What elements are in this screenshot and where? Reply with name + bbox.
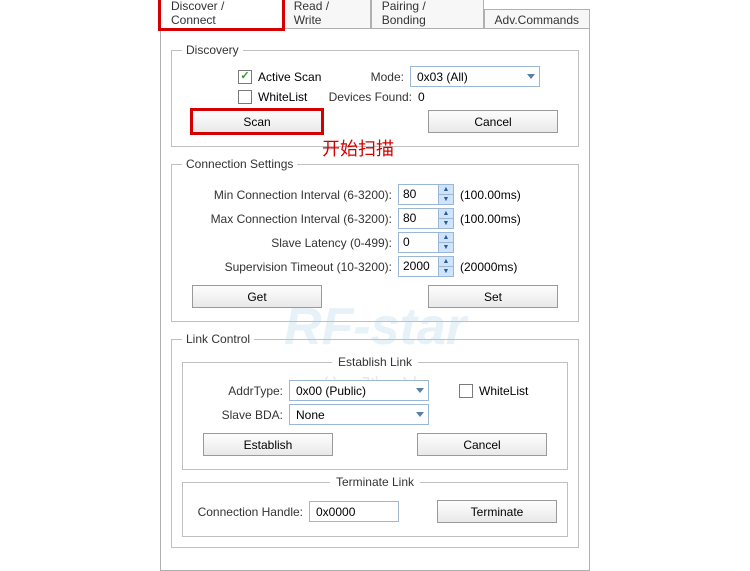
checkbox-active-scan[interactable]: ✓ [238,70,252,84]
value-min-conn-interval: 80 [398,184,438,205]
hint-min-conn-interval: (100.00ms) [460,188,521,202]
set-button[interactable]: Set [428,285,558,308]
input-min-conn-interval[interactable]: 80 ▲▼ [398,184,454,205]
legend-link-control: Link Control [182,332,254,346]
spinner-max-conn[interactable]: ▲▼ [438,208,454,229]
legend-establish-link: Establish Link [332,355,418,369]
legend-connection-settings: Connection Settings [182,157,297,171]
value-slave-latency: 0 [398,232,438,253]
input-max-conn-interval[interactable]: 80 ▲▼ [398,208,454,229]
tab-adv-commands[interactable]: Adv.Commands [484,9,590,29]
checkbox-whitelist-link[interactable]: ✓ [459,384,473,398]
tab-panel: RF-star 信 驰 达 Discovery ✓ Active Scan Mo… [160,28,590,571]
value-max-conn-interval: 80 [398,208,438,229]
establish-button[interactable]: Establish [203,433,333,456]
label-supervision-timeout: Supervision Timeout (10-3200): [182,260,392,274]
chevron-down-icon [416,412,424,417]
value-supervision-timeout: 2000 [398,256,438,277]
terminate-button[interactable]: Terminate [437,500,557,523]
tab-discover-connect[interactable]: Discover / Connect [160,0,283,29]
value-devices-found: 0 [418,90,425,104]
label-slave-bda: Slave BDA: [193,408,283,422]
group-connection-settings: Connection Settings Min Connection Inter… [171,157,579,322]
input-connection-handle[interactable]: 0x0000 [309,501,399,522]
label-mode: Mode: [344,70,404,84]
combo-mode[interactable]: 0x03 (All) [410,66,540,87]
label-addr-type: AddrType: [193,384,283,398]
tab-read-write[interactable]: Read / Write [283,0,371,29]
checkbox-whitelist-discovery[interactable]: ✓ [238,90,252,104]
combo-mode-value: 0x03 (All) [417,70,468,84]
label-devices-found: Devices Found: [324,90,412,104]
spinner-slave-latency[interactable]: ▲▼ [438,232,454,253]
combo-slave-bda-value: None [296,408,325,422]
input-slave-latency[interactable]: 0 ▲▼ [398,232,454,253]
label-connection-handle: Connection Handle: [193,505,303,519]
label-max-conn-interval: Max Connection Interval (6-3200): [182,212,392,226]
chevron-down-icon [416,388,424,393]
label-whitelist-link: WhiteList [479,384,528,398]
combo-slave-bda[interactable]: None [289,404,429,425]
group-link-control: Link Control Establish Link AddrType: 0x… [171,332,579,548]
combo-addr-type[interactable]: 0x00 (Public) [289,380,429,401]
spinner-supervision-timeout[interactable]: ▲▼ [438,256,454,277]
spinner-min-conn[interactable]: ▲▼ [438,184,454,205]
get-button[interactable]: Get [192,285,322,308]
label-whitelist-discovery: WhiteList [258,90,318,104]
group-establish-link: Establish Link AddrType: 0x00 (Public) ✓… [182,362,568,470]
tab-pairing-bonding[interactable]: Pairing / Bonding [371,0,484,29]
input-supervision-timeout[interactable]: 2000 ▲▼ [398,256,454,277]
legend-terminate-link: Terminate Link [330,475,420,489]
hint-max-conn-interval: (100.00ms) [460,212,521,226]
label-slave-latency: Slave Latency (0-499): [182,236,392,250]
legend-discovery: Discovery [182,43,243,57]
cancel-scan-button[interactable]: Cancel [428,110,558,133]
chevron-down-icon [527,74,535,79]
label-min-conn-interval: Min Connection Interval (6-3200): [182,188,392,202]
tab-bar: Discover / Connect Read / Write Pairing … [160,5,590,28]
hint-supervision-timeout: (20000ms) [460,260,517,274]
label-active-scan: Active Scan [258,70,338,84]
cancel-link-button[interactable]: Cancel [417,433,547,456]
group-terminate-link: Terminate Link Connection Handle: 0x0000… [182,482,568,537]
scan-button[interactable]: Scan [192,110,322,133]
combo-addr-type-value: 0x00 (Public) [296,384,366,398]
group-discovery: Discovery ✓ Active Scan Mode: 0x03 (All)… [171,43,579,147]
